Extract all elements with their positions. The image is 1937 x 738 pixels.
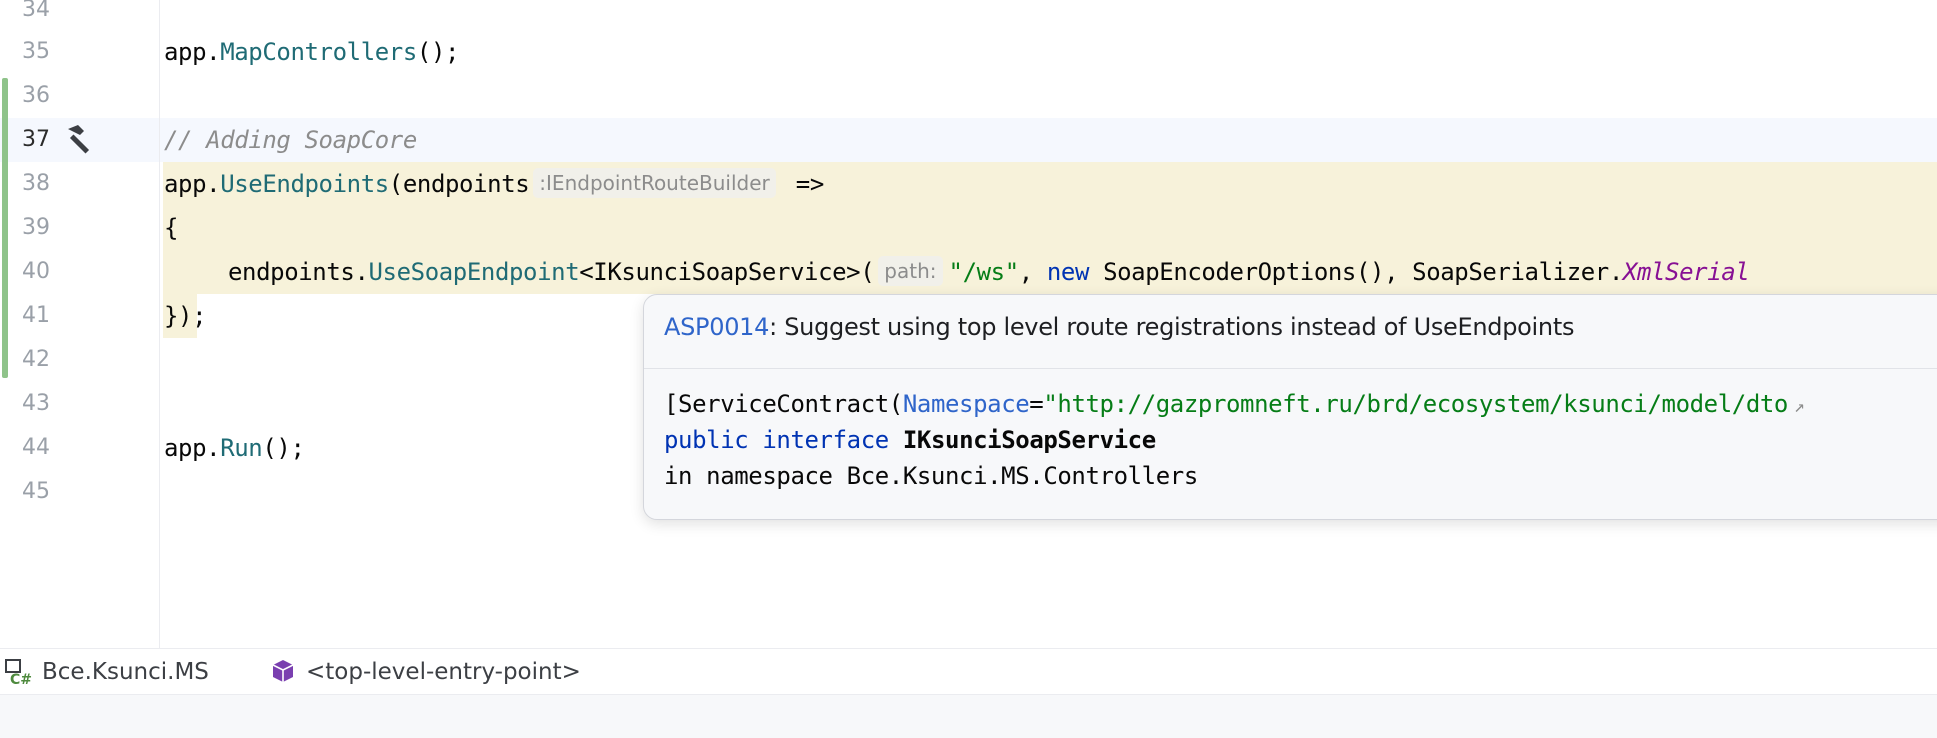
code-token: app. <box>164 38 221 66</box>
code-editor[interactable]: 34 35 36 37 38 39 40 41 42 43 44 45 app.… <box>0 0 1937 648</box>
gutter-separator <box>159 0 160 648</box>
line-number: 43 <box>22 391 50 416</box>
line-number: 44 <box>22 435 50 460</box>
code-token: , <box>1018 258 1047 286</box>
code-token: SoapEncoderOptions(), SoapSerializer. <box>1089 258 1623 286</box>
code-token: => <box>781 170 825 198</box>
inspection-text: : Suggest using top level route registra… <box>769 313 1575 341</box>
csharp-project-icon: C# <box>5 659 32 687</box>
code-token-static: XmlSerial <box>1622 258 1750 286</box>
doc-keyword: interface <box>762 426 889 454</box>
code-token: (); <box>262 434 305 462</box>
doc-token: = <box>1029 390 1044 418</box>
quick-documentation-popup[interactable]: ASP0014: Suggest using top level route r… <box>643 294 1937 520</box>
breadcrumb-project[interactable]: Bce.Ksunci.MS <box>42 649 209 695</box>
svg-text:C#: C# <box>10 672 32 687</box>
code-token: (endpoints <box>388 170 530 198</box>
code-line-44[interactable]: app.Run(); <box>164 426 305 470</box>
doc-attribute-value: "http://gazpromneft.ru/brd/ecosystem/ksu… <box>1043 390 1788 418</box>
code-token: app. <box>164 434 221 462</box>
line-number: 38 <box>22 171 50 196</box>
code-token-method: UseSoapEndpoint <box>368 258 580 286</box>
doc-namespace-line: in namespace Bce.Ksunci.MS.Controllers <box>664 462 1198 490</box>
breadcrumb-scope[interactable]: <top-level-entry-point> <box>306 649 581 695</box>
line-number: 42 <box>22 347 50 372</box>
code-token-method: UseEndpoints <box>220 170 389 198</box>
line-number: 45 <box>22 479 50 504</box>
cube-icon <box>272 660 294 682</box>
parameter-inlay-hint[interactable]: path: <box>878 256 943 286</box>
code-token: endpoints. <box>228 258 369 286</box>
line-number-current: 37 <box>22 127 50 152</box>
doc-type-name: IKsunciSoapService <box>902 426 1156 454</box>
doc-token: [ServiceContract( <box>664 390 903 418</box>
doc-attribute-name: Namespace <box>902 390 1030 418</box>
code-token: app. <box>164 170 221 198</box>
code-line-35[interactable]: app.MapControllers(); <box>164 30 459 74</box>
hammer-icon[interactable] <box>62 123 96 157</box>
code-line-39[interactable]: { <box>164 206 178 250</box>
code-token-string: "/ws" <box>948 258 1020 286</box>
code-token-method: Run <box>220 434 263 462</box>
code-token-keyword: new <box>1046 258 1090 286</box>
line-number: 40 <box>22 259 50 284</box>
line-number: 41 <box>22 303 50 328</box>
doc-attribute-line: [ServiceContract(Namespace="http://gazpr… <box>664 387 1805 424</box>
line-number: 34 <box>22 0 50 22</box>
inspection-code-link[interactable]: ASP0014 <box>664 313 769 341</box>
code-token-method: MapControllers <box>220 38 417 66</box>
breadcrumb-bar: C# Bce.Ksunci.MS <top-level-entry-point> <box>0 648 1937 695</box>
code-line-38[interactable]: app.UseEndpoints(endpoints:IEndpointRout… <box>164 162 824 206</box>
doc-declaration-line: public interface IKsunciSoapService <box>664 423 1156 457</box>
code-token: (); <box>416 38 460 66</box>
type-inlay-hint[interactable]: :IEndpointRouteBuilder <box>533 168 776 198</box>
line-number: 35 <box>22 39 50 64</box>
code-line-40[interactable]: endpoints.UseSoapEndpoint<IKsunciSoapSer… <box>228 250 1750 294</box>
doc-keyword: public <box>664 426 749 454</box>
external-link-icon[interactable]: ↗ <box>1794 396 1805 417</box>
line-number: 36 <box>22 83 50 108</box>
popup-divider <box>644 368 1937 369</box>
code-line-41[interactable]: }); <box>164 294 207 338</box>
bottom-panel <box>0 694 1937 738</box>
line-number: 39 <box>22 215 50 240</box>
code-comment[interactable]: // Adding SoapCore <box>164 118 417 162</box>
inspection-message: ASP0014: Suggest using top level route r… <box>664 313 1574 341</box>
code-token: <IKsunciSoapService>( <box>579 258 875 286</box>
